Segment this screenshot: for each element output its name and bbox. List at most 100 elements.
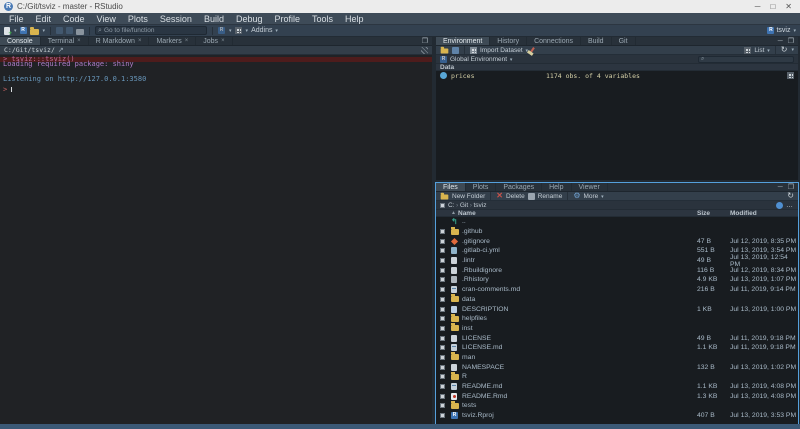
tab-git[interactable]: Git: [612, 37, 636, 45]
file-checkbox[interactable]: [440, 316, 445, 321]
file-row[interactable]: cran-comments.md216 BJul 11, 2019, 9:14 …: [436, 285, 798, 295]
rename-button[interactable]: Rename: [538, 193, 563, 200]
file-checkbox[interactable]: [440, 394, 445, 399]
environment-search-box[interactable]: ⌕: [698, 56, 794, 63]
file-name[interactable]: LICENSE: [462, 335, 491, 342]
file-row[interactable]: .gitignore47 BJul 12, 2019, 8:35 PM: [436, 236, 798, 246]
file-checkbox[interactable]: [440, 384, 445, 389]
view-data-icon[interactable]: [787, 72, 794, 79]
file-checkbox[interactable]: [440, 345, 445, 350]
file-row[interactable]: README.Rmd1.3 KBJul 13, 2019, 4:08 PM: [436, 391, 798, 401]
file-checkbox[interactable]: [440, 229, 445, 234]
file-checkbox[interactable]: [440, 268, 445, 273]
tab-connections[interactable]: Connections: [527, 37, 581, 45]
file-name[interactable]: README.Rmd: [462, 393, 507, 400]
save-all-icon[interactable]: [66, 27, 73, 34]
file-row[interactable]: .Rbuildignore116 BJul 12, 2019, 8:34 PM: [436, 265, 798, 275]
file-row[interactable]: man: [436, 353, 798, 363]
menu-item-build[interactable]: Build: [199, 14, 229, 24]
file-checkbox[interactable]: [440, 307, 445, 312]
file-row[interactable]: helpfiles: [436, 314, 798, 324]
tab-markers[interactable]: Markers×: [149, 37, 196, 45]
file-row[interactable]: R: [436, 372, 798, 382]
list-view-button[interactable]: List ▾: [754, 47, 769, 54]
file-checkbox[interactable]: [440, 297, 445, 302]
goto-file-function-box[interactable]: ⌕: [95, 26, 207, 35]
tab-history[interactable]: History: [490, 37, 527, 45]
file-checkbox[interactable]: [440, 355, 445, 360]
file-checkbox[interactable]: [440, 239, 445, 244]
more-columns-icon[interactable]: …: [786, 202, 794, 209]
minimize-button[interactable]: ─: [755, 2, 761, 11]
more-button[interactable]: More ▾: [583, 193, 603, 200]
file-row[interactable]: LICENSE49 BJul 11, 2019, 9:18 PM: [436, 333, 798, 343]
maximize-pane-icon[interactable]: ❐: [788, 184, 794, 191]
addins-button[interactable]: Addins ▾: [251, 27, 278, 34]
close-tab-icon[interactable]: ×: [138, 38, 142, 44]
menu-item-plots[interactable]: Plots: [123, 14, 153, 24]
console-resize-icon[interactable]: [421, 47, 428, 54]
new-file-caret-icon[interactable]: ▾: [14, 28, 17, 34]
file-row[interactable]: LICENSE.md1.1 KBJul 11, 2019, 9:18 PM: [436, 343, 798, 353]
clear-objects-icon[interactable]: [529, 47, 535, 54]
maximize-button[interactable]: □: [770, 2, 775, 11]
environment-object-row[interactable]: prices1174 obs. of 4 variables: [436, 71, 798, 80]
tab-terminal[interactable]: Terminal×: [41, 37, 89, 45]
menu-item-file[interactable]: File: [4, 14, 29, 24]
minimize-pane-icon[interactable]: ─: [778, 38, 783, 45]
import-dataset-button[interactable]: Import Dataset ▾: [480, 47, 528, 54]
load-workspace-icon[interactable]: [441, 48, 449, 53]
select-all-checkbox[interactable]: [440, 203, 445, 208]
file-row[interactable]: .github: [436, 227, 798, 237]
file-row[interactable]: ↰..: [436, 217, 798, 227]
tab-r-markdown[interactable]: R Markdown×: [89, 37, 150, 45]
open-file-icon[interactable]: [30, 29, 39, 35]
refresh-icon[interactable]: ↻: [787, 192, 794, 200]
file-name[interactable]: R: [462, 373, 467, 380]
menu-item-debug[interactable]: Debug: [231, 14, 268, 24]
file-checkbox[interactable]: [440, 413, 445, 418]
file-name[interactable]: data: [462, 296, 475, 303]
menu-item-session[interactable]: Session: [155, 14, 197, 24]
new-file-icon[interactable]: [4, 27, 10, 35]
breadcrumb-segment[interactable]: tsviz: [474, 202, 487, 209]
environment-scope-selector[interactable]: Global Environment ▾: [450, 56, 512, 63]
tab-console[interactable]: Console: [0, 37, 41, 45]
open-directory-icon[interactable]: ↗: [58, 46, 64, 54]
tab-files[interactable]: Files: [436, 183, 466, 191]
tab-viewer[interactable]: Viewer: [572, 183, 608, 191]
tab-build[interactable]: Build: [581, 37, 612, 45]
file-name[interactable]: .gitlab-ci.yml: [462, 247, 500, 254]
column-header-size[interactable]: Size: [697, 210, 710, 217]
project-home-icon[interactable]: [776, 202, 783, 209]
refresh-icon[interactable]: ↻: [781, 46, 788, 54]
delete-button[interactable]: Delete: [506, 193, 525, 200]
new-folder-button[interactable]: New Folder: [452, 193, 485, 200]
file-name[interactable]: tsviz.Rproj: [462, 412, 494, 419]
new-project-icon[interactable]: R: [20, 27, 27, 34]
save-workspace-icon[interactable]: [452, 47, 459, 54]
file-name[interactable]: helpfiles: [462, 315, 487, 322]
file-row[interactable]: DESCRIPTION1 KBJul 13, 2019, 1:00 PM: [436, 304, 798, 314]
menu-item-edit[interactable]: Edit: [31, 14, 57, 24]
file-name[interactable]: tests: [462, 402, 476, 409]
open-file-caret-icon[interactable]: ▾: [43, 28, 46, 34]
breadcrumb-segment[interactable]: Git: [460, 202, 468, 209]
file-name[interactable]: NAMESPACE: [462, 364, 504, 371]
project-selector[interactable]: R tsviz▾: [767, 27, 796, 34]
file-checkbox[interactable]: [440, 336, 445, 341]
workspace-icon[interactable]: R: [218, 27, 225, 34]
tab-plots[interactable]: Plots: [466, 183, 497, 191]
column-header-modified[interactable]: Modified: [730, 210, 757, 217]
menu-item-view[interactable]: View: [92, 14, 121, 24]
goto-file-function-input[interactable]: [104, 27, 204, 34]
minimize-pane-icon[interactable]: ─: [778, 184, 783, 191]
file-name[interactable]: DESCRIPTION: [462, 306, 508, 313]
menu-item-help[interactable]: Help: [340, 14, 369, 24]
close-tab-icon[interactable]: ×: [221, 38, 225, 44]
file-row[interactable]: Rtsviz.Rproj407 BJul 13, 2019, 3:53 PM: [436, 411, 798, 421]
file-name[interactable]: README.md: [462, 383, 502, 390]
menu-item-profile[interactable]: Profile: [270, 14, 306, 24]
tab-environment[interactable]: Environment: [436, 37, 490, 45]
file-name[interactable]: man: [462, 354, 475, 361]
